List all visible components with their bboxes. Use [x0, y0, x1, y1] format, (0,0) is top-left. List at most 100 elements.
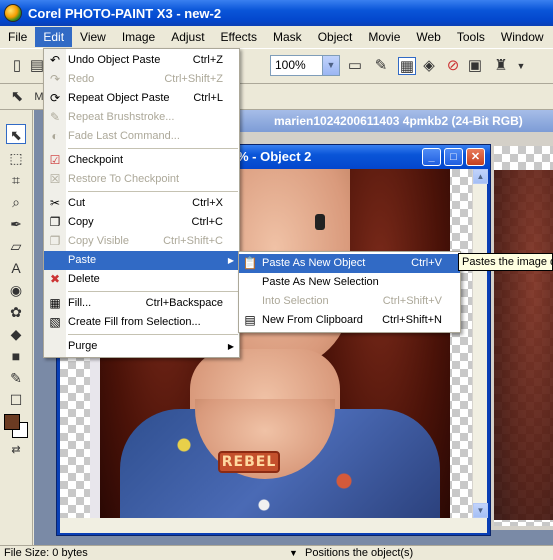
menu-file[interactable]: File — [0, 27, 35, 47]
menu-movie[interactable]: Movie — [360, 27, 408, 47]
foreground-color-swatch[interactable] — [4, 414, 20, 430]
object-pick-icon[interactable]: ⬉ — [8, 88, 26, 106]
menu-image[interactable]: Image — [114, 27, 163, 47]
menu-item-label: Paste As New Object — [262, 257, 366, 269]
menu-item-shortcut: Ctrl+Backspace — [145, 297, 223, 309]
menu-item-new-from-clipboard[interactable]: ▤ New From Clipboard Ctrl+Shift+N — [239, 311, 460, 330]
menu-item-checkpoint[interactable]: ☑ Checkpoint — [44, 151, 239, 170]
menu-separator — [68, 191, 238, 192]
menu-item-label: Redo — [68, 73, 95, 85]
dashboard-icon[interactable]: ▦ — [398, 57, 416, 75]
menu-item-redo[interactable]: ↷ Redo Ctrl+Shift+Z — [44, 70, 239, 89]
menu-item-label: Paste As New Selection — [262, 276, 379, 288]
menu-adjust[interactable]: Adjust — [163, 27, 212, 47]
menu-item-shortcut: Ctrl+Shift+Z — [164, 73, 223, 85]
repeat-icon: ⟳ — [49, 91, 61, 105]
menu-item-repeat-object-paste[interactable]: ⟳ Repeat Object Paste Ctrl+L — [44, 89, 239, 108]
effect-tool-icon[interactable]: ☐ — [6, 390, 26, 410]
menu-item-label: Undo Object Paste — [68, 54, 161, 66]
restore-icon: ☒ — [49, 172, 61, 186]
delete-icon: ✖ — [49, 272, 61, 286]
zoom-tool-icon[interactable]: ⌕ — [6, 192, 26, 212]
status-dropdown-icon[interactable]: ▼ — [289, 546, 298, 560]
checkpoint-icon: ☑ — [49, 153, 61, 167]
menu-window[interactable]: Window — [493, 27, 552, 47]
scroll-up-icon[interactable]: ▲ — [473, 169, 488, 184]
menu-item-copy-visible[interactable]: ❐ Copy Visible Ctrl+Shift+C — [44, 232, 239, 251]
clone-icon[interactable]: ✿ — [6, 302, 26, 322]
app-title: Corel PHOTO-PAINT X3 - new-2 — [28, 5, 222, 21]
pick-tool-icon[interactable]: ⬉ — [6, 124, 26, 144]
menu-item-purge[interactable]: Purge ▶ — [44, 337, 239, 356]
menu-item-label: Copy — [68, 216, 94, 228]
menu-item-label: Copy Visible — [68, 235, 129, 247]
menu-item-fade-last-command[interactable]: ◐ Fade Last Command... — [44, 127, 239, 146]
menu-tools[interactable]: Tools — [449, 27, 493, 47]
menu-item-shortcut: Ctrl+X — [192, 197, 223, 209]
launcher-icon[interactable]: ♜ — [492, 57, 510, 75]
brushstroke-icon: ✎ — [49, 110, 61, 124]
menu-item-fill[interactable]: ▦ Fill... Ctrl+Backspace — [44, 294, 239, 313]
menu-item-shortcut: Ctrl+V — [411, 257, 442, 269]
horizontal-scrollbar[interactable] — [60, 518, 487, 533]
menu-web[interactable]: Web — [408, 27, 448, 47]
menu-item-repeat-brushstroke[interactable]: ✎ Repeat Brushstroke... — [44, 108, 239, 127]
red-eye-icon[interactable]: ◉ — [6, 280, 26, 300]
background-photo-hair — [494, 170, 553, 520]
corel-logo-icon — [4, 4, 22, 22]
file-size-text: File Size: 0 bytes — [4, 547, 88, 559]
monitor-icon[interactable]: ▭ — [346, 57, 364, 75]
menu-object[interactable]: Object — [310, 27, 361, 47]
swap-colors-icon[interactable]: ⇄ — [6, 440, 26, 460]
crop-icon[interactable]: ⌗ — [6, 170, 26, 190]
scroll-down-icon[interactable]: ▼ — [473, 503, 488, 518]
menu-item-label: Repeat Object Paste — [68, 92, 170, 104]
minimize-icon[interactable]: _ — [422, 148, 441, 166]
menu-item-paste-as-new-selection[interactable]: Paste As New Selection — [239, 273, 460, 292]
menu-item-paste[interactable]: Paste ▶ — [44, 251, 239, 270]
document-title: % - Object 2 — [237, 149, 312, 164]
rectangle-mask-icon[interactable]: ⬚ — [6, 148, 26, 168]
menu-item-delete[interactable]: ✖ Delete — [44, 270, 239, 289]
vertical-scrollbar[interactable]: ▲ ▼ — [472, 169, 488, 518]
fill-bucket-icon[interactable]: ◆ — [6, 324, 26, 344]
menu-edit[interactable]: Edit — [35, 27, 73, 47]
toolbox: ⬉ ⬚ ⌗ ⌕ ✒ ▱ A ◉ ✿ ◆ ■ ✎ ☐ ⇄ — [0, 110, 33, 545]
maximize-icon[interactable]: □ — [444, 148, 463, 166]
menu-item-into-selection[interactable]: Into Selection Ctrl+Shift+V — [239, 292, 460, 311]
copy-icon: ❐ — [49, 215, 61, 229]
menu-effects[interactable]: Effects — [213, 27, 265, 47]
pen-icon[interactable]: ✎ — [372, 57, 390, 75]
menu-item-label: Cut — [68, 197, 86, 209]
launcher-dropdown-icon[interactable]: ▼ — [512, 57, 530, 75]
menu-mask[interactable]: Mask — [265, 27, 310, 47]
close-icon[interactable]: ✕ — [466, 148, 485, 166]
no-mask-icon[interactable]: ⊘ — [444, 57, 462, 75]
zoom-select[interactable]: 100% ▼ — [270, 55, 340, 76]
eraser-icon[interactable]: ▱ — [6, 236, 26, 256]
mask-marquee-icon[interactable]: ▣ — [466, 57, 484, 75]
statusbar: File Size: 0 bytes ▼ Positions the objec… — [0, 545, 553, 560]
chevron-down-icon[interactable]: ▼ — [322, 56, 339, 75]
menu-item-undo[interactable]: ↶ Undo Object Paste Ctrl+Z — [44, 51, 239, 70]
menu-item-shortcut: Ctrl+Z — [192, 54, 223, 66]
rectangle-tool-icon[interactable]: ■ — [6, 346, 26, 366]
fill-icon: ▦ — [49, 296, 61, 310]
menu-item-restore-to-checkpoint[interactable]: ☒ Restore To Checkpoint — [44, 170, 239, 189]
paste-submenu: 📋 Paste As New Object Ctrl+V Paste As Ne… — [238, 251, 461, 333]
zoom-value: 100% — [275, 58, 306, 72]
menu-item-label: Create Fill from Selection... — [68, 316, 201, 328]
text-tool-icon[interactable]: A — [6, 258, 26, 278]
eyedropper-icon[interactable]: ✒ — [6, 214, 26, 234]
menu-item-create-fill[interactable]: ▧ Create Fill from Selection... — [44, 313, 239, 332]
menu-item-label: Paste — [68, 254, 97, 266]
paint-brush-icon[interactable]: ✎ — [6, 368, 26, 388]
mask-icon[interactable]: ◈ — [420, 57, 438, 75]
menu-item-cut[interactable]: ✂ Cut Ctrl+X — [44, 194, 239, 213]
menu-separator — [68, 148, 238, 149]
menu-item-paste-as-new-object[interactable]: 📋 Paste As New Object Ctrl+V — [239, 254, 460, 273]
menu-view[interactable]: View — [72, 27, 114, 47]
menu-item-copy[interactable]: ❐ Copy Ctrl+C — [44, 213, 239, 232]
new-document-icon[interactable]: ▯ — [8, 57, 26, 75]
cut-icon: ✂ — [49, 196, 61, 210]
